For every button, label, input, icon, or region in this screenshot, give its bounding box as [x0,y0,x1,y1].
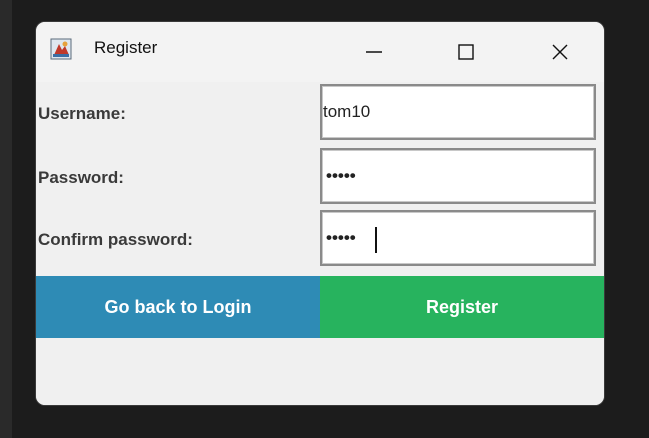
maximize-button[interactable] [436,22,496,82]
go-back-to-login-button[interactable]: Go back to Login [36,276,320,338]
title-bar[interactable]: Register [36,22,604,82]
password-input[interactable]: ••••• [320,148,596,204]
password-row: Password: ••••• [36,146,604,208]
username-label: Username: [38,104,126,123]
password-label: Password: [38,168,124,187]
confirm-password-masked-value: ••••• [326,228,356,247]
java-app-icon [50,38,72,60]
window-footer [36,338,604,405]
text-caret [375,227,377,253]
confirm-password-row: Confirm password: ••••• [36,208,604,270]
close-icon [552,44,568,60]
window-title: Register [94,38,158,57]
register-window: Register Username: Password: ••••• Co [36,22,604,405]
maximize-icon [458,44,474,60]
register-button[interactable]: Register [320,276,604,338]
username-input[interactable] [320,84,596,140]
minimize-button[interactable] [344,22,404,82]
password-masked-value: ••••• [326,166,356,185]
close-button[interactable] [530,22,590,82]
confirm-password-input[interactable]: ••••• [320,210,596,266]
confirm-password-label: Confirm password: [38,230,193,249]
username-row: Username: [36,82,604,144]
minimize-icon [366,51,382,53]
desktop-background [0,0,12,438]
